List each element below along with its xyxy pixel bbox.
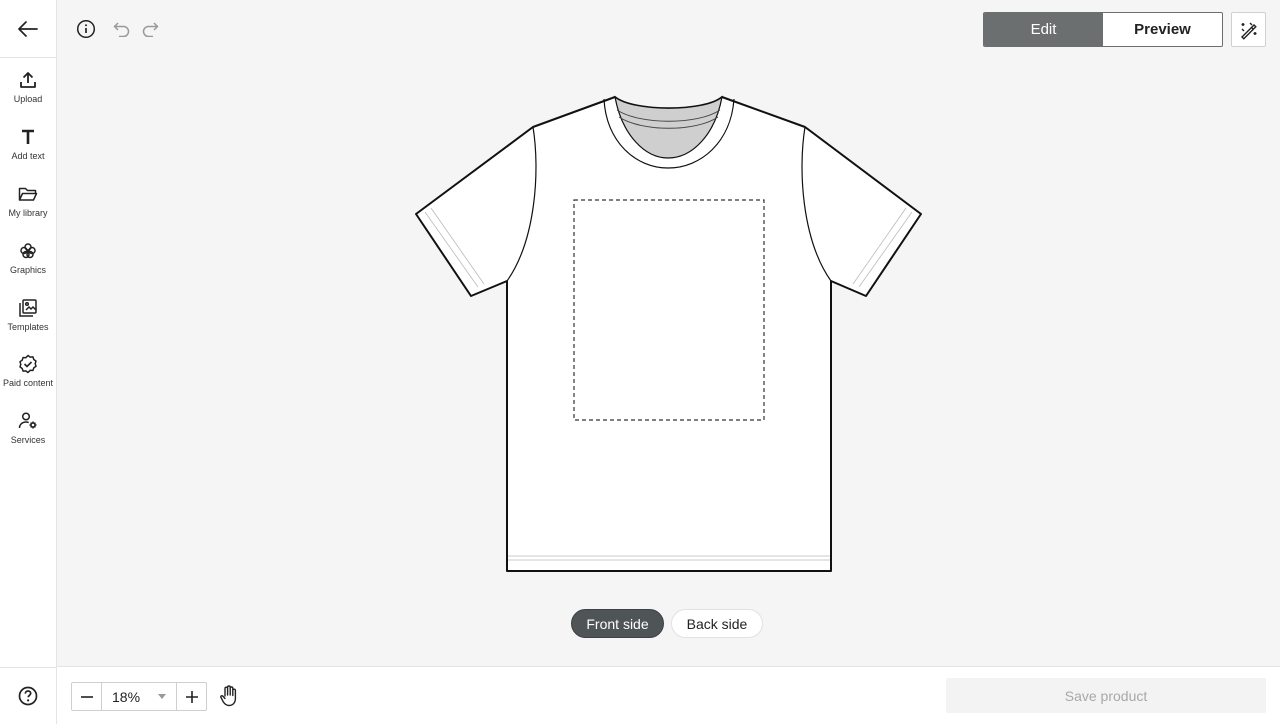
- sidebar-item-graphics[interactable]: Graphics: [0, 240, 56, 275]
- sidebar-item-templates[interactable]: Templates: [0, 297, 56, 332]
- user-gear-icon: [17, 410, 39, 432]
- save-product-button[interactable]: Save product: [946, 678, 1266, 713]
- sidebar-item-my-library[interactable]: My library: [0, 183, 56, 218]
- sidebar-item-paid-content[interactable]: Paid content: [0, 353, 56, 388]
- tshirt-mockup[interactable]: [414, 95, 924, 575]
- sidebar-item-upload[interactable]: Upload: [0, 69, 56, 104]
- folder-icon: [17, 183, 39, 205]
- templates-icon: [17, 297, 39, 319]
- back-side-button[interactable]: Back side: [671, 609, 763, 638]
- sidebar-item-label: Graphics: [9, 265, 46, 275]
- zoom-select[interactable]: 18%: [101, 683, 177, 710]
- redo-button[interactable]: [140, 19, 160, 39]
- undo-icon: [113, 22, 130, 37]
- sidebar-item-label: Paid content: [2, 378, 54, 388]
- sidebar-item-label: Services: [10, 435, 46, 445]
- redo-icon: [142, 22, 159, 37]
- edit-tab[interactable]: Edit: [984, 13, 1103, 46]
- sidebar-item-label: My library: [8, 208, 48, 218]
- text-icon: [17, 126, 39, 148]
- zoom-value: 18%: [112, 688, 141, 705]
- chevron-down-icon: [158, 694, 166, 699]
- bottom-bar: 18% Save product: [57, 666, 1280, 724]
- sidebar-item-label: Upload: [13, 94, 43, 104]
- flower-icon: [17, 240, 39, 262]
- front-side-button[interactable]: Front side: [571, 609, 664, 638]
- sidebar: Upload Add text My library Graphics Temp…: [0, 0, 57, 724]
- arrow-left-icon: [18, 20, 38, 37]
- sidebar-item-add-text[interactable]: Add text: [0, 126, 56, 161]
- info-button[interactable]: [75, 18, 97, 40]
- undo-button[interactable]: [112, 19, 132, 39]
- zoom-control: 18%: [71, 682, 207, 711]
- zoom-in-button[interactable]: [177, 683, 206, 710]
- hand-icon: [220, 685, 237, 707]
- help-button[interactable]: [0, 667, 56, 724]
- badge-check-icon: [17, 353, 39, 375]
- magic-wand-icon: [1240, 22, 1257, 40]
- sidebar-item-label: Add text: [11, 151, 45, 161]
- back-button[interactable]: [0, 0, 56, 58]
- zoom-out-button[interactable]: [72, 683, 101, 710]
- info-icon: [76, 19, 96, 39]
- mode-toggle: Edit Preview: [983, 12, 1223, 47]
- upload-icon: [17, 69, 39, 91]
- plus-icon: [185, 690, 198, 703]
- magic-tools-button[interactable]: [1231, 12, 1266, 47]
- pan-tool-button[interactable]: [217, 683, 241, 709]
- help-icon: [18, 686, 38, 706]
- sidebar-item-label: Templates: [7, 322, 49, 332]
- preview-tab[interactable]: Preview: [1103, 13, 1222, 46]
- sidebar-item-services[interactable]: Services: [0, 410, 56, 445]
- minus-icon: [80, 695, 93, 698]
